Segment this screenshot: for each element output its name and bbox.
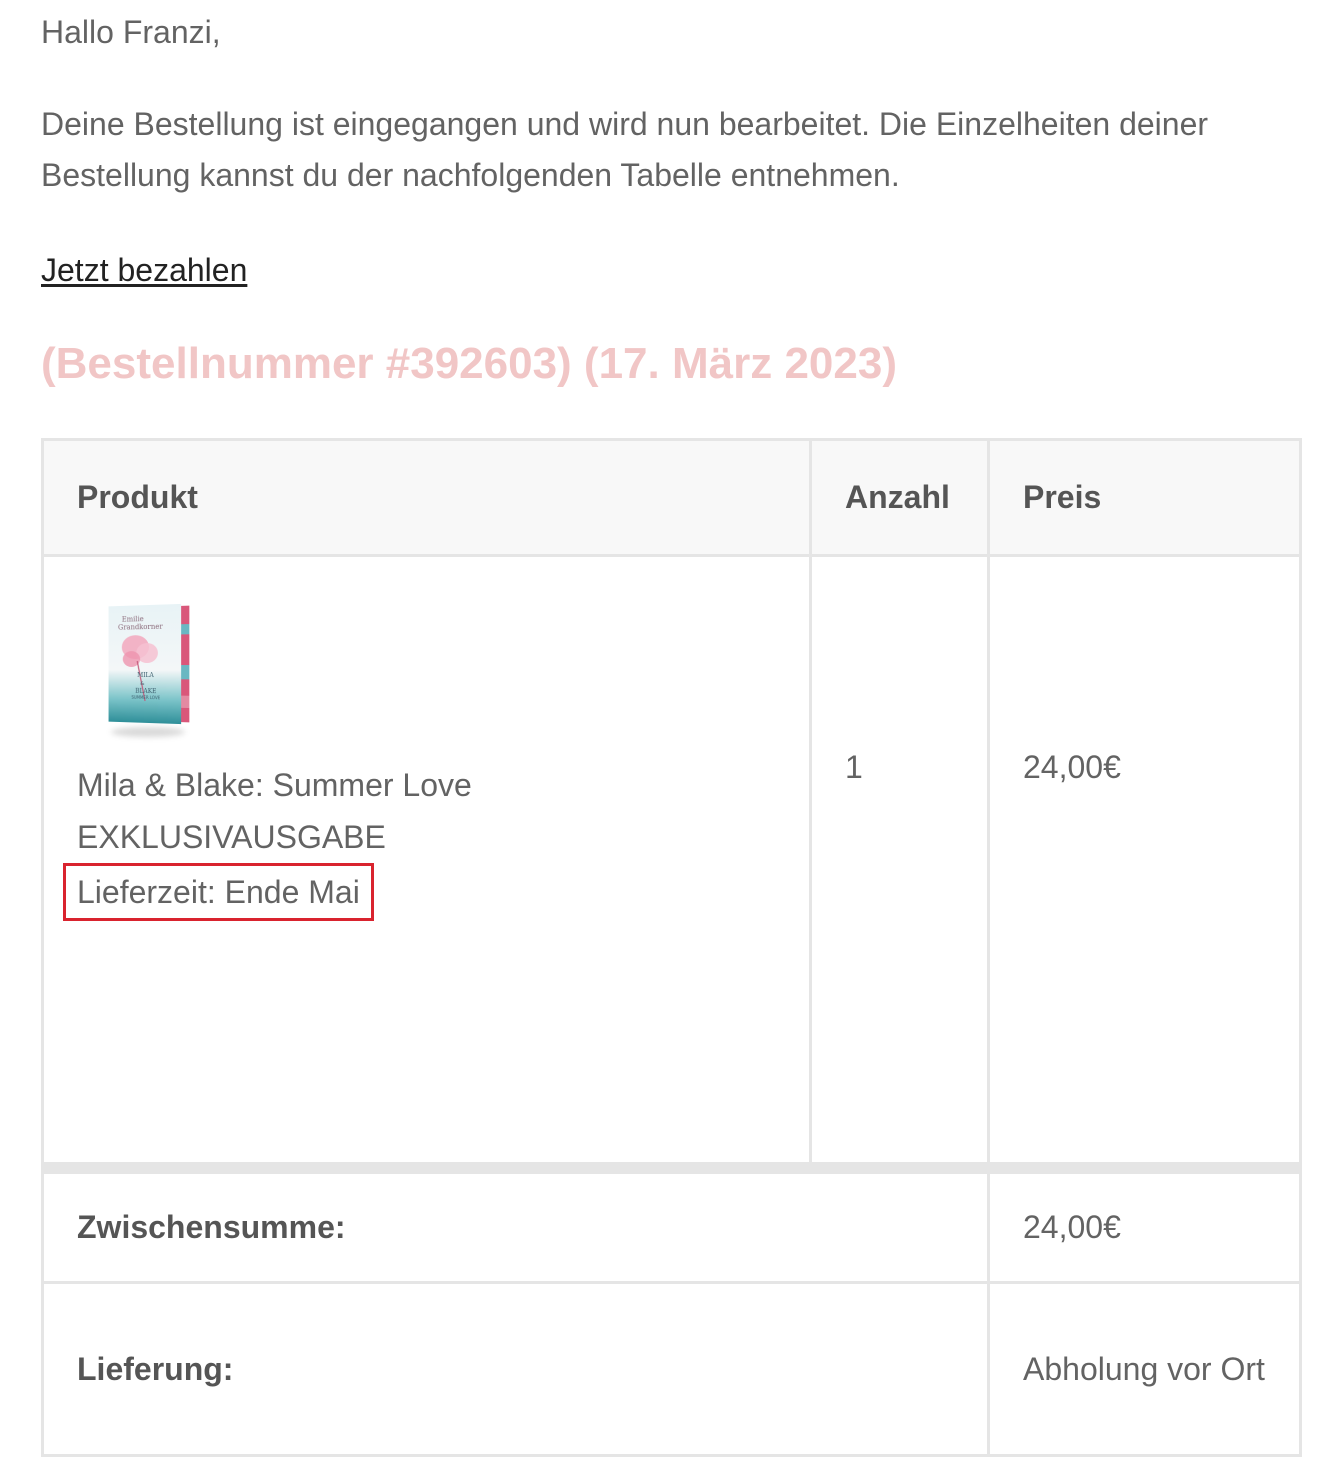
shipping-row: Lieferung: Abholung vor Ort bbox=[41, 1281, 1302, 1457]
table-header-row: Produkt Anzahl Preis bbox=[41, 438, 1302, 557]
header-product: Produkt bbox=[41, 438, 812, 557]
delivery-time-note: Lieferzeit: Ende Mai bbox=[63, 863, 374, 921]
header-quantity: Anzahl bbox=[809, 438, 990, 557]
product-name: Mila & Blake: Summer Love bbox=[77, 767, 472, 803]
product-edition: EXKLUSIVAUSGABE bbox=[77, 819, 386, 855]
subtotal-value: 24,00€ bbox=[987, 1171, 1302, 1284]
price-cell: 24,00€ bbox=[987, 554, 1302, 1165]
svg-text:&: & bbox=[140, 681, 145, 687]
intro-text: Deine Bestellung ist eingegangen und wir… bbox=[41, 106, 1209, 193]
shipping-label: Lieferung: bbox=[41, 1281, 990, 1457]
pay-now-link[interactable]: Jetzt bezahlen bbox=[41, 250, 247, 290]
order-table: Produkt Anzahl Preis Emilie Grandkorner … bbox=[41, 438, 1302, 1457]
svg-text:SUMMER LOVE: SUMMER LOVE bbox=[131, 695, 160, 701]
product-cell: Emilie Grandkorner MILA & BLAKE SUMMER L… bbox=[41, 554, 812, 1165]
greeting: Hallo Franzi, bbox=[41, 14, 221, 50]
order-heading: (Bestellnummer #392603) (17. März 2023) bbox=[41, 339, 897, 388]
shipping-value: Abholung vor Ort bbox=[987, 1281, 1302, 1457]
table-row: Emilie Grandkorner MILA & BLAKE SUMMER L… bbox=[41, 554, 1302, 1165]
quantity-cell: 1 bbox=[809, 554, 990, 1165]
header-price: Preis bbox=[987, 438, 1302, 557]
book-cover-icon[interactable]: Emilie Grandkorner MILA & BLAKE SUMMER L… bbox=[77, 601, 190, 751]
svg-text:MILA: MILA bbox=[137, 673, 154, 679]
subtotal-label: Zwischensumme: bbox=[41, 1171, 990, 1284]
svg-text:Grandkorner: Grandkorner bbox=[118, 623, 163, 632]
subtotal-row: Zwischensumme: 24,00€ bbox=[41, 1171, 1302, 1284]
table-divider bbox=[41, 1162, 1302, 1174]
